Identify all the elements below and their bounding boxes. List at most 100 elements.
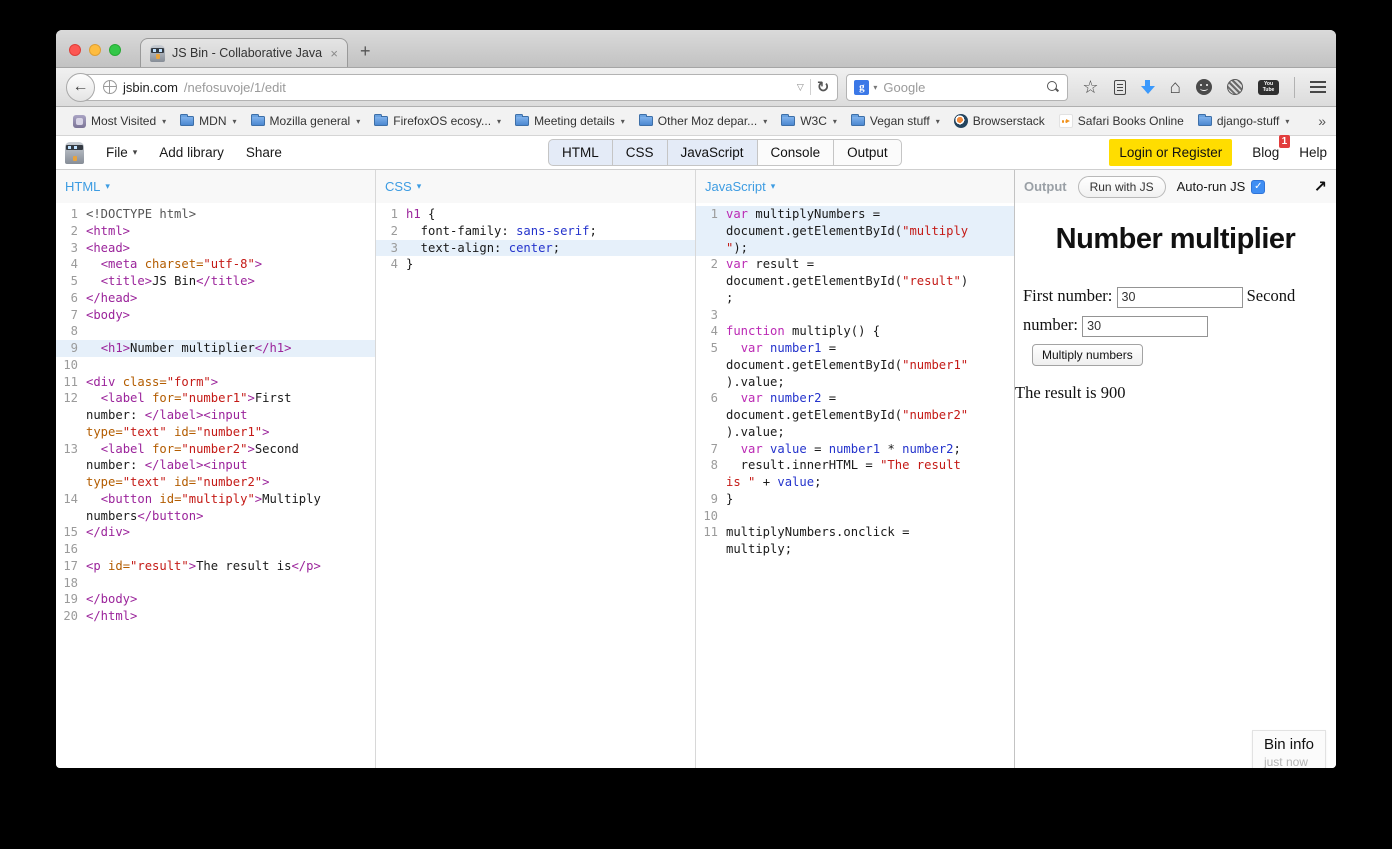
code-line[interactable]: 4function multiply() { <box>696 323 1014 340</box>
code-line[interactable]: 13 <label for="number2">Second <box>56 441 375 458</box>
bookmark-mdn[interactable]: MDN▾ <box>173 111 243 131</box>
code-line[interactable]: ).value; <box>696 424 1014 441</box>
panel-toggle-console[interactable]: Console <box>757 139 835 166</box>
minimize-window-button[interactable] <box>89 44 101 56</box>
bookmark-w3c[interactable]: W3C▾ <box>774 111 844 131</box>
search-engine-caret-icon[interactable]: ▾ <box>873 83 877 92</box>
panel-toggle-css[interactable]: CSS <box>612 139 668 166</box>
tab-close-icon[interactable]: × <box>330 47 338 60</box>
popout-arrow-icon[interactable]: ↗ <box>1314 177 1327 197</box>
code-line[interactable]: 5 <title>JS Bin</title> <box>56 273 375 290</box>
downloads-icon[interactable] <box>1141 80 1155 94</box>
code-line[interactable]: 5 var number1 = <box>696 340 1014 357</box>
code-line[interactable]: 3 text-align: center; <box>376 240 695 257</box>
bookmark-star-icon[interactable]: ☆ <box>1082 78 1098 96</box>
javascript-panel-menu[interactable]: JavaScript▾ <box>705 179 775 194</box>
url-bar[interactable]: jsbin.com /nefosuvoje/1/edit ▽ ↻ <box>80 74 838 101</box>
multiply-numbers-button[interactable]: Multiply numbers <box>1032 344 1143 366</box>
code-line[interactable]: numbers</button> <box>56 508 375 525</box>
autorun-toggle[interactable]: Auto-run JS ✓ <box>1177 179 1266 194</box>
code-line[interactable]: 10 <box>696 508 1014 525</box>
css-panel-menu[interactable]: CSS▾ <box>385 179 421 194</box>
search-icon[interactable] <box>1046 80 1060 94</box>
code-line[interactable]: 11multiplyNumbers.onclick = <box>696 524 1014 541</box>
code-line[interactable]: 2var result = <box>696 256 1014 273</box>
code-line[interactable]: 11<div class="form"> <box>56 374 375 391</box>
bookmark-mozilla-general[interactable]: Mozilla general▾ <box>244 111 368 131</box>
code-line[interactable]: 6</head> <box>56 290 375 307</box>
bookmark-django-stuff[interactable]: django-stuff▾ <box>1191 111 1297 131</box>
code-line[interactable]: 8 <box>56 323 375 340</box>
search-bar[interactable]: g ▾ <box>846 74 1068 101</box>
code-line[interactable]: 8 result.innerHTML = "The result <box>696 457 1014 474</box>
code-line[interactable]: 18 <box>56 575 375 592</box>
code-line[interactable]: 2 font-family: sans-serif; <box>376 223 695 240</box>
new-tab-button[interactable]: + <box>360 41 371 62</box>
code-line[interactable]: 14 <button id="multiply">Multiply <box>56 491 375 508</box>
code-line[interactable]: 17<p id="result">The result is</p> <box>56 558 375 575</box>
code-line[interactable]: 3<head> <box>56 240 375 257</box>
feedback-smiley-icon[interactable] <box>1196 79 1212 95</box>
javascript-code-editor[interactable]: 1var multiplyNumbers =document.getElemen… <box>696 203 1014 558</box>
browser-tab[interactable]: JS Bin - Collaborative Java... × <box>140 38 348 67</box>
help-link[interactable]: Help <box>1299 145 1327 160</box>
addon-globe-icon[interactable] <box>1227 79 1243 95</box>
bookmark-firefoxos-ecosy[interactable]: FirefoxOS ecosy...▾ <box>367 111 508 131</box>
code-line[interactable]: 4} <box>376 256 695 273</box>
url-dropdown-icon[interactable]: ▽ <box>797 82 804 93</box>
code-line[interactable]: 6 var number2 = <box>696 390 1014 407</box>
html-code-editor[interactable]: 1<!DOCTYPE html>2<html>3<head>4 <meta ch… <box>56 203 375 625</box>
code-line[interactable]: 7<body> <box>56 307 375 324</box>
bookmark-vegan-stuff[interactable]: Vegan stuff▾ <box>844 111 947 131</box>
bookmark-safari-books-online[interactable]: Safari Books Online <box>1052 111 1191 131</box>
panel-toggle-html[interactable]: HTML <box>548 139 613 166</box>
code-line[interactable]: type="text" id="number2"> <box>56 474 375 491</box>
code-line[interactable]: 1<!DOCTYPE html> <box>56 206 375 223</box>
back-button[interactable]: ← <box>66 73 95 102</box>
home-icon[interactable]: ⌂ <box>1170 78 1181 97</box>
code-line[interactable]: 3 <box>696 307 1014 324</box>
code-line[interactable]: document.getElementById("number1" <box>696 357 1014 374</box>
file-menu[interactable]: File▾ <box>106 145 137 160</box>
bookmark-most-visited[interactable]: Most Visited▾ <box>66 111 173 131</box>
code-line[interactable]: is " + value; <box>696 474 1014 491</box>
code-line[interactable]: 9} <box>696 491 1014 508</box>
bookmark-other-moz-depar[interactable]: Other Moz depar...▾ <box>632 111 774 131</box>
search-input[interactable] <box>881 79 1042 96</box>
blog-link[interactable]: Blog1 <box>1252 145 1279 160</box>
code-line[interactable]: ).value; <box>696 374 1014 391</box>
code-line[interactable]: 10 <box>56 357 375 374</box>
code-line[interactable]: 2<html> <box>56 223 375 240</box>
code-line[interactable]: 1h1 { <box>376 206 695 223</box>
autorun-checkbox[interactable]: ✓ <box>1251 180 1265 194</box>
code-line[interactable]: ; <box>696 290 1014 307</box>
code-line[interactable]: 7 var value = number1 * number2; <box>696 441 1014 458</box>
code-line[interactable]: document.getElementById("number2" <box>696 407 1014 424</box>
google-search-engine-icon[interactable]: g <box>854 80 869 95</box>
run-with-js-button[interactable]: Run with JS <box>1078 176 1166 198</box>
code-line[interactable]: 16 <box>56 541 375 558</box>
code-line[interactable]: 19</body> <box>56 591 375 608</box>
first-number-input[interactable] <box>1117 287 1243 308</box>
code-line[interactable]: number: </label><input <box>56 407 375 424</box>
code-line[interactable]: 4 <meta charset="utf-8"> <box>56 256 375 273</box>
panel-toggle-output[interactable]: Output <box>833 139 902 166</box>
code-line[interactable]: 20</html> <box>56 608 375 625</box>
jsbin-logo-icon[interactable] <box>65 142 84 164</box>
code-line[interactable]: number: </label><input <box>56 457 375 474</box>
bookmarks-overflow-chevron-icon[interactable]: » <box>1318 113 1326 129</box>
bookmark-meeting-details[interactable]: Meeting details▾ <box>508 111 632 131</box>
second-number-input[interactable] <box>1082 316 1208 337</box>
share-menu[interactable]: Share <box>246 145 282 160</box>
code-line[interactable]: document.getElementById("result") <box>696 273 1014 290</box>
code-line[interactable]: multiply; <box>696 541 1014 558</box>
reading-list-icon[interactable] <box>1114 80 1126 95</box>
css-code-editor[interactable]: 1h1 {2 font-family: sans-serif;3 text-al… <box>376 203 695 273</box>
html-panel-menu[interactable]: HTML▾ <box>65 179 110 194</box>
login-register-button[interactable]: Login or Register <box>1109 139 1232 166</box>
reload-icon[interactable]: ↻ <box>817 78 830 96</box>
code-line[interactable]: 9 <h1>Number multiplier</h1> <box>56 340 375 357</box>
menu-hamburger-icon[interactable] <box>1310 81 1326 83</box>
add-library-menu[interactable]: Add library <box>159 145 224 160</box>
close-window-button[interactable] <box>69 44 81 56</box>
